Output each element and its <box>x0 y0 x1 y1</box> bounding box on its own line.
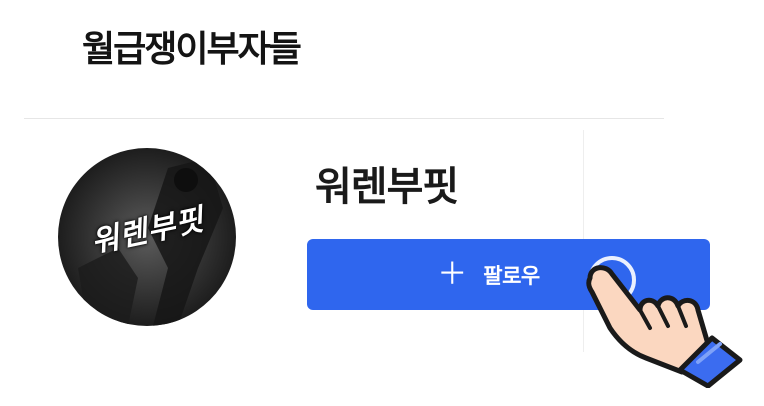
avatar[interactable]: 워렌부핏 <box>58 148 236 326</box>
site-title: 월급쟁이부자들 <box>82 29 302 70</box>
pointing-hand-icon <box>570 248 750 389</box>
follow-label: 팔로우 <box>483 263 540 288</box>
profile-name: 워렌부핏 <box>315 164 459 210</box>
plus-icon: ＋ <box>437 256 468 292</box>
header-divider <box>24 118 664 119</box>
